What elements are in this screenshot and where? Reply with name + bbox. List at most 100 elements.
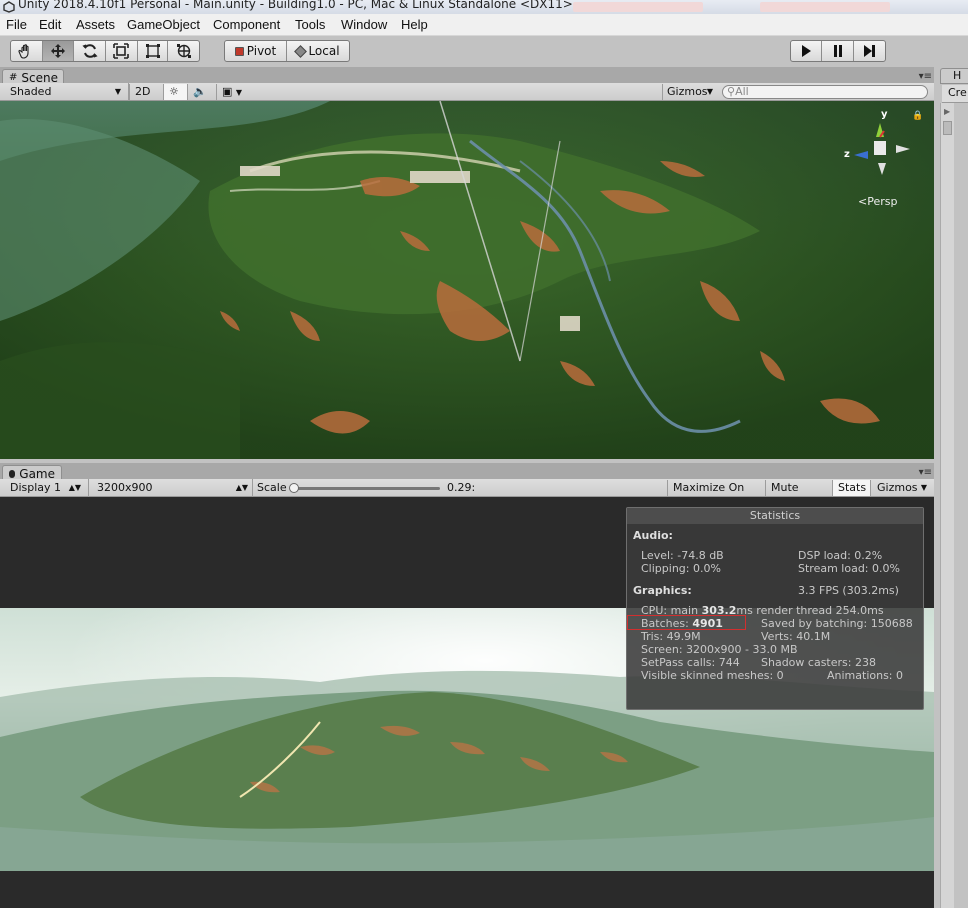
gizmo-z-label: z <box>844 149 850 160</box>
dropdown-arrow-icon: ▲▼ <box>235 483 248 492</box>
rect-tool-button[interactable] <box>138 41 169 61</box>
create-dropdown[interactable]: Cre <box>942 85 968 103</box>
game-viewport[interactable]: Statistics Audio: Level: -74.8 dB DSP lo… <box>0 497 934 908</box>
hand-tool-button[interactable] <box>11 41 43 61</box>
dropdown-arrow-icon: ▲▼ <box>68 483 81 492</box>
persp-text: Persp <box>867 195 898 208</box>
fps-readout: 3.3 FPS (303.2ms) <box>798 584 899 597</box>
lock-icon[interactable]: 🔒 <box>912 111 923 121</box>
graphics-header: Graphics: <box>633 584 692 597</box>
audio-toggle-button[interactable]: 🔈 <box>187 84 213 100</box>
menu-assets[interactable]: Assets <box>76 17 115 32</box>
scroll-up-icon[interactable]: ▶ <box>944 107 950 116</box>
batches-highlight-box <box>627 615 746 630</box>
display-dropdown[interactable]: Display 1 ▲▼ <box>6 480 84 496</box>
hierarchy-tab-label: H <box>953 69 962 82</box>
maximize-on-play-toggle[interactable]: Maximize On Play <box>667 480 765 509</box>
play-button[interactable] <box>791 41 823 61</box>
menu-gameobject[interactable]: GameObject <box>127 17 200 32</box>
saved-by-batching: Saved by batching: 150688 <box>761 617 913 630</box>
hand-icon <box>18 44 29 59</box>
scene-orientation-gizmo[interactable]: y z <Persp <box>840 109 920 209</box>
local-toggle-button[interactable]: Local <box>287 41 349 61</box>
dropdown-arrow-icon: ▼ <box>235 88 243 97</box>
background-window-tab <box>573 2 703 12</box>
menu-file[interactable]: File <box>6 17 27 32</box>
resolution-dropdown[interactable]: 3200x900 ▲▼ <box>93 480 251 496</box>
pause-icon <box>833 45 842 57</box>
hierarchy-scrollbar[interactable]: ▶ <box>940 103 954 908</box>
image-icon: ▣ <box>222 85 233 98</box>
divider <box>88 479 89 497</box>
resolution-value: 3200x900 <box>97 481 153 494</box>
cpu-suffix: ms render thread 254.0ms <box>736 604 884 617</box>
menu-edit[interactable]: Edit <box>39 17 61 32</box>
scale-slider[interactable] <box>289 483 440 493</box>
move-tool-button[interactable] <box>42 41 75 61</box>
menu-tools[interactable]: Tools <box>295 17 325 32</box>
transform-tool-button[interactable] <box>168 41 199 61</box>
display-value: Display 1 <box>10 481 62 494</box>
step-button[interactable] <box>854 41 885 61</box>
menu-help[interactable]: Help <box>401 17 428 32</box>
move-icon <box>51 44 65 58</box>
scene-gizmos-dropdown[interactable]: Gizmos ▼ <box>662 84 716 100</box>
verts-readout: Verts: 40.1M <box>761 630 831 643</box>
dropdown-arrow-icon: ▼ <box>706 87 713 96</box>
game-control-bar: Display 1 ▲▼ 3200x900 ▲▼ Scale 0.29: Maxim… <box>0 479 934 509</box>
stats-label: Stats <box>838 481 867 494</box>
menu-window[interactable]: Window <box>341 17 387 32</box>
lighting-toggle-button[interactable]: ☼ <box>163 84 187 100</box>
menu-component[interactable]: Component <box>213 17 280 32</box>
scene-search-field[interactable]: ⚲All <box>722 85 928 99</box>
stream-load: Stream load: 0.0% <box>798 562 900 575</box>
scene-terrain-render <box>0 101 934 459</box>
animations-readout: Animations: 0 <box>827 669 904 682</box>
scrollbar-thumb[interactable] <box>943 121 952 135</box>
pivot-toggle-button[interactable]: Pivot <box>225 41 288 61</box>
unity-logo-icon <box>3 1 15 13</box>
dsp-load: DSP load: 0.2% <box>798 549 883 562</box>
local-label: Local <box>308 44 340 58</box>
hierarchy-panel-edge: H Cre ▶ <box>934 67 968 908</box>
game-gizmos-dropdown[interactable]: Gizmos ▼ <box>870 480 930 496</box>
game-controller-icon <box>9 469 16 478</box>
skinned-meshes-readout: Visible skinned meshes: 0 <box>641 669 784 682</box>
game-gizmos-label: Gizmos <box>877 481 918 494</box>
scene-control-bar: Shaded ▼ 2D ☼ 🔈 ▣ ▼ Gizmos ▼ ⚲All <box>0 83 934 101</box>
pause-button[interactable] <box>822 41 854 61</box>
pivot-controls: Pivot Local <box>224 40 350 62</box>
scale-tool-button[interactable] <box>106 41 138 61</box>
panel-menu-icon[interactable]: ▾≡ <box>919 71 932 82</box>
effects-dropdown[interactable]: ▣ ▼ <box>216 84 250 100</box>
playback-controls <box>790 40 886 62</box>
transform-tool-icon <box>176 44 191 58</box>
2d-label: 2D <box>135 85 151 98</box>
perspective-label[interactable]: <Persp <box>858 195 897 208</box>
rotate-tool-button[interactable] <box>74 41 107 61</box>
setpass-readout: SetPass calls: 744 <box>641 656 740 669</box>
rect-tool-icon <box>145 44 160 58</box>
scene-gizmos-label: Gizmos <box>667 85 708 98</box>
stats-toggle[interactable]: Stats <box>832 480 870 496</box>
speaker-icon: 🔈 <box>193 85 207 98</box>
axis-gizmo-icon <box>854 123 910 175</box>
shading-mode-dropdown[interactable]: Shaded ▼ <box>6 84 124 100</box>
menu-bar: File Edit Assets GameObject Component To… <box>0 14 968 36</box>
create-label: Cre <box>948 86 967 99</box>
mute-audio-toggle[interactable]: Mute Audio <box>765 480 832 509</box>
panel-menu-icon[interactable]: ▾≡ <box>919 467 932 478</box>
search-placeholder: All <box>735 85 749 98</box>
shadow-casters-readout: Shadow casters: 238 <box>761 656 876 669</box>
title-bar: Unity 2018.4.10f1 Personal - Main.unity … <box>0 0 968 14</box>
tab-hierarchy[interactable]: H <box>940 68 968 84</box>
transform-tools <box>10 40 200 62</box>
audio-clipping: Clipping: 0.0% <box>641 562 721 575</box>
pivot-icon <box>234 46 244 56</box>
main-toolbar: Pivot Local <box>0 36 968 67</box>
scale-slider-thumb[interactable] <box>289 483 299 493</box>
2d-toggle-button[interactable]: 2D <box>129 84 157 100</box>
scene-viewport[interactable]: y z <Persp 🔒 <box>0 101 934 459</box>
gizmo-y-label: y <box>881 109 888 120</box>
window-title: Unity 2018.4.10f1 Personal - Main.unity … <box>18 0 573 11</box>
